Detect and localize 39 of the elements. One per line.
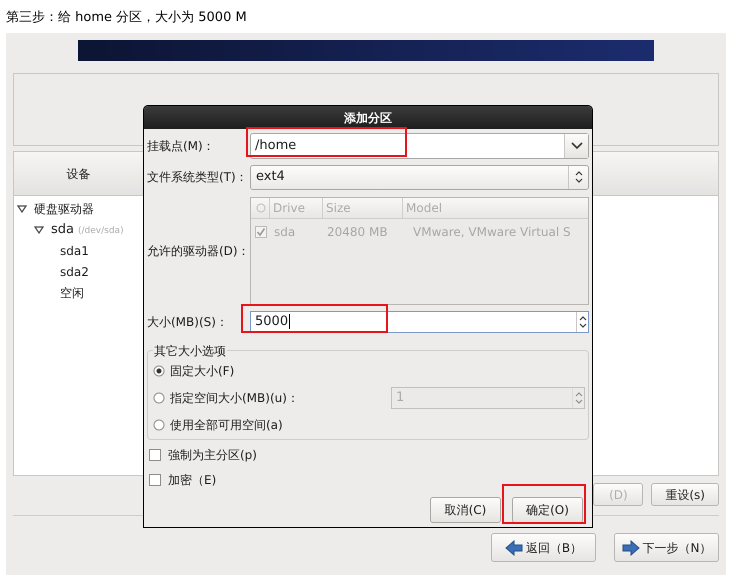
table-cell-text: 20480 MB xyxy=(327,224,389,240)
mount-point-combobox[interactable]: /home xyxy=(250,132,589,158)
dropdown-icon[interactable] xyxy=(570,142,582,150)
tree-item[interactable]: sda (/dev/sda) xyxy=(51,220,124,240)
tree-item[interactable]: 硬盘驱动器 xyxy=(34,200,94,218)
field-label: 允许的驱动器(D)： xyxy=(147,242,250,260)
nav-button[interactable]: 返回（B） xyxy=(491,533,596,562)
expander-icon[interactable] xyxy=(34,226,44,234)
dialog-button[interactable]: 确定(O) xyxy=(512,497,583,523)
size-spinbox[interactable]: 5000 xyxy=(250,310,589,332)
left-arrow-icon xyxy=(504,540,523,556)
spinner-arrows-icon[interactable] xyxy=(574,171,582,183)
checkbox[interactable] xyxy=(255,226,267,238)
expander-icon[interactable] xyxy=(17,204,27,212)
radio-button[interactable]: 使用全部可用空间(a) xyxy=(153,416,283,434)
radio-icon xyxy=(256,202,266,212)
filesystem-dropdown[interactable]: ext4 xyxy=(250,164,589,190)
tree-item[interactable]: sda2 xyxy=(60,262,89,280)
check-icon xyxy=(256,226,266,236)
field-label: 大小(MB)(S)： xyxy=(147,314,229,330)
table-cell-text: VMware, VMware Virtual S xyxy=(413,224,571,240)
checkbox[interactable]: 強制为主分区(p) xyxy=(149,446,257,464)
field-label: 挂载点(M)： xyxy=(147,138,216,154)
right-arrow-icon xyxy=(622,540,640,556)
group-legend: 其它大小选项 xyxy=(153,342,227,360)
spinner-arrows-icon xyxy=(574,392,582,404)
table-button[interactable]: 重设(s) xyxy=(651,483,719,506)
caption-text: 第三步：给 home 分区，大小为 5000 M xyxy=(6,9,247,27)
tree-item[interactable]: sda1 xyxy=(60,242,89,260)
spinner-arrows-icon[interactable] xyxy=(578,316,586,328)
radio-button[interactable]: 固定大小(F) xyxy=(153,362,234,380)
table-cell-text: sda xyxy=(273,224,296,240)
dialog-button[interactable]: 取消(C) xyxy=(430,497,501,523)
nav-button[interactable]: 下一步（N） xyxy=(614,533,719,562)
field-label: 文件系统类型(T)： xyxy=(147,169,249,186)
dialog-title: 添加分区 xyxy=(144,106,592,129)
radio-button[interactable]: 指定空间大小(MB)(u)： xyxy=(153,388,299,406)
checkbox[interactable]: 加密（E) xyxy=(149,470,216,488)
tree-item[interactable]: 空闲 xyxy=(60,284,84,302)
